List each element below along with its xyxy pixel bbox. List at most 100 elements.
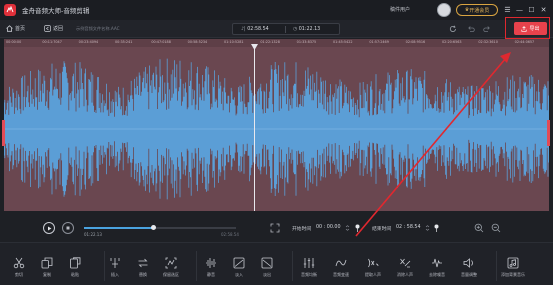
- waveform[interactable]: [4, 47, 549, 211]
- tool-fade-out[interactable]: 淡出: [254, 257, 280, 278]
- progress-knob[interactable]: [151, 225, 157, 230]
- undo-icon[interactable]: [466, 24, 476, 34]
- fade-out-icon: [261, 257, 273, 269]
- menu-icon[interactable]: ☰: [502, 4, 513, 16]
- home-icon: [6, 25, 13, 32]
- fit-selection-icon[interactable]: [270, 223, 280, 233]
- tool-scissors[interactable]: 剪切: [6, 257, 32, 278]
- user-label[interactable]: 稿件用户: [390, 6, 410, 13]
- tool-divider: [196, 251, 197, 281]
- tool-label: 添加背景音乐: [501, 272, 525, 277]
- home-button[interactable]: 首页: [6, 25, 25, 32]
- ruler-tick-label: 00:23:4094: [78, 40, 99, 44]
- close-icon[interactable]: ✕: [538, 4, 549, 16]
- tool-equalizer[interactable]: 音频均衡: [296, 257, 322, 278]
- fade-in-icon: [233, 257, 245, 269]
- tool-fade-in[interactable]: 淡入: [226, 257, 252, 278]
- tool-insert[interactable]: 插入: [102, 257, 128, 278]
- tool-label: 淡入: [235, 272, 243, 277]
- current-time-text: ◷ 01:22.13: [293, 27, 321, 32]
- vip-button[interactable]: ♛ 开通会员: [456, 4, 498, 16]
- playhead[interactable]: [254, 47, 255, 211]
- vip-label: 开通会员: [469, 7, 490, 14]
- tool-divider: [496, 251, 497, 281]
- export-icon: [521, 25, 528, 32]
- tool-paste[interactable]: 粘贴: [62, 257, 88, 278]
- keep-selection-icon: [165, 257, 177, 269]
- tool-remove-voice[interactable]: 消除人声: [392, 257, 418, 278]
- tool-keep-selection[interactable]: 保留选区: [158, 257, 184, 278]
- export-label: 导出: [529, 26, 540, 32]
- tool-label: 去除噪音: [429, 272, 445, 277]
- start-marker-icon[interactable]: [355, 224, 360, 232]
- time-divider: [285, 26, 286, 33]
- tool-label: 静音: [207, 272, 215, 277]
- paste-icon: [70, 257, 81, 269]
- end-time-value[interactable]: 02 : 58.54: [396, 225, 421, 230]
- start-time-stepper-icon[interactable]: [345, 225, 350, 231]
- export-button[interactable]: 导出: [514, 22, 547, 35]
- ruler-tick-label: 02:20:6563: [442, 40, 462, 44]
- end-time-label: 结束时间: [372, 227, 392, 232]
- end-time-stepper-icon[interactable]: [425, 225, 430, 231]
- current-time: 01:22.13: [84, 232, 102, 237]
- ruler-tick-label: 02:08:9516: [405, 40, 426, 44]
- tool-replace[interactable]: 替换: [130, 257, 156, 278]
- replace-icon: [138, 258, 148, 268]
- tool-volume[interactable]: 音量调整: [456, 257, 482, 278]
- tool-extract-voice[interactable]: 提取人声: [360, 257, 386, 278]
- tool-label: 替换: [139, 272, 147, 277]
- tool-label: 插入: [111, 272, 119, 277]
- ruler-tick-label: 02:44:0657: [514, 40, 535, 44]
- back-icon: [44, 25, 51, 32]
- ruler-tick-label: 00:58:5234: [187, 40, 208, 44]
- zoom-in-icon[interactable]: [474, 223, 484, 233]
- time-ruler: 00:00:00 00:11:7047 00:23:4094 00:35:241 00:…: [4, 39, 549, 47]
- start-time-value[interactable]: 00 : 00.00: [316, 225, 341, 230]
- app-logo-icon: [4, 4, 16, 16]
- music-icon: [507, 257, 519, 269]
- ruler-tick-label: 01:45:5422: [333, 40, 353, 44]
- tool-mute[interactable]: 静音: [198, 257, 224, 278]
- scissors-icon: [13, 257, 25, 269]
- tool-label: 消除人声: [397, 272, 413, 277]
- app-window: 金舟音频大师-音频剪辑 稿件用户 ♛ 开通会员 ☰ — ☐ ✕ 首页 返回 示例…: [0, 0, 553, 285]
- tool-label: 复制: [43, 272, 51, 277]
- home-label: 首页: [15, 26, 26, 32]
- tool-music[interactable]: 添加背景音乐: [500, 257, 526, 278]
- denoise-icon: [432, 258, 442, 268]
- stop-button[interactable]: [62, 222, 74, 234]
- app-title: 金舟音频大师-音频剪辑: [22, 7, 90, 15]
- tool-label: 剪切: [15, 272, 23, 277]
- tool-label: 音频变速: [333, 272, 349, 277]
- ruler-tick-label: 01:10:5281: [224, 40, 244, 44]
- back-button[interactable]: 返回: [44, 25, 63, 32]
- avatar[interactable]: [437, 3, 451, 17]
- tool-label: 音量调整: [461, 272, 477, 277]
- selection-end-handle[interactable]: [547, 120, 550, 146]
- selection-start-handle[interactable]: [2, 120, 5, 146]
- zoom-out-icon[interactable]: [491, 223, 501, 233]
- end-marker-icon[interactable]: [434, 224, 439, 232]
- toolbar: 首页 返回 示例音频文件名称.AAC ♪| 02:58.54 ◷ 01:22.1…: [0, 20, 553, 38]
- play-button[interactable]: [43, 222, 55, 234]
- playback-progress[interactable]: [84, 225, 236, 230]
- maximize-icon[interactable]: ☐: [526, 4, 537, 16]
- tool-label: 粘贴: [71, 272, 79, 277]
- waveform-editor[interactable]: 00:00:00 00:11:7047 00:23:4094 00:35:241 00:…: [4, 39, 549, 211]
- volume-icon: [463, 258, 473, 268]
- clock-icon: ◷: [293, 27, 298, 32]
- title-bar: 金舟音频大师-音频剪辑 稿件用户 ♛ 开通会员 ☰ — ☐ ✕: [0, 0, 553, 20]
- ruler-tick-label: 01:22:1328: [260, 40, 280, 44]
- tool-speed[interactable]: 音频变速: [328, 257, 354, 278]
- progress-fill: [84, 227, 154, 229]
- remove-voice-icon: [400, 258, 411, 268]
- tool-copy[interactable]: 复制: [34, 257, 60, 278]
- ruler-tick-label: 01:57:2469: [369, 40, 389, 44]
- ruler-tick-label: 00:11:7047: [42, 40, 62, 44]
- redo-icon[interactable]: [482, 24, 492, 34]
- minimize-icon[interactable]: —: [514, 4, 525, 16]
- refresh-icon[interactable]: [448, 24, 458, 34]
- tool-denoise[interactable]: 去除噪音: [424, 257, 450, 278]
- equalizer-icon: [303, 258, 315, 268]
